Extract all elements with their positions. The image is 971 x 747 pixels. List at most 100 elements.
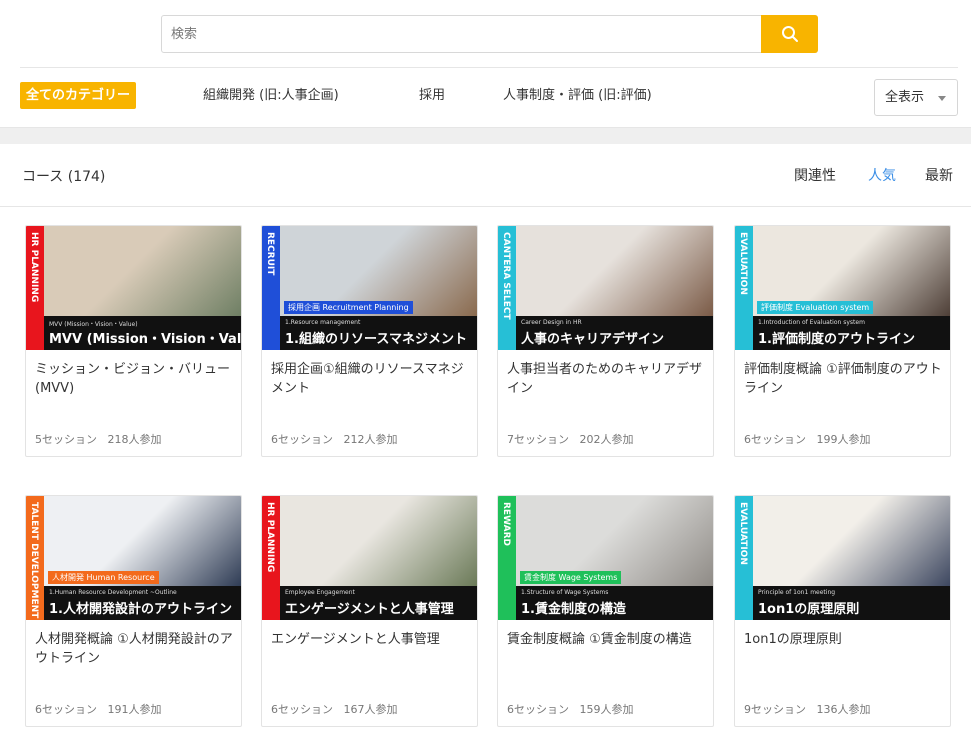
course-card[interactable]: HR PLANNING Employee Engagement エンゲージメント… — [261, 495, 478, 727]
course-meta: 6セッション 167人参加 — [271, 701, 398, 717]
course-tag: 賃金制度 Wage Systems — [520, 571, 622, 584]
session-count: 5セッション — [35, 433, 97, 446]
course-title: 採用企画①組織のリソースマネジメント — [271, 362, 464, 396]
course-thumbnail: TALENT DEVELOPMENT 人材開発 Human Resource 1… — [26, 496, 241, 620]
category-stripe-label: CANTERA SELECT — [501, 232, 511, 320]
session-count: 6セッション — [271, 703, 333, 716]
course-banner-title: 1.組織のリソースマネジメント — [285, 332, 467, 347]
course-banner-subtitle: Career Design in HR — [521, 319, 582, 326]
course-meta: 7セッション 202人参加 — [507, 431, 634, 447]
course-banner-title: エンゲージメントと人事管理 — [285, 602, 454, 617]
session-count: 7セッション — [507, 433, 569, 446]
category-stripe: REWARD — [498, 496, 516, 620]
sort-relevance[interactable]: 関連性 — [794, 165, 836, 185]
category-stripe: RECRUIT — [262, 226, 280, 350]
category-stripe: HR PLANNING — [262, 496, 280, 620]
category-tab-recruit[interactable]: 採用 — [419, 82, 445, 109]
course-banner: Career Design in HR 人事のキャリアデザイン — [516, 316, 713, 350]
view-select-value: 全表示 — [885, 90, 925, 105]
course-thumbnail: REWARD 賃金制度 Wage Systems 1.Structure of … — [498, 496, 713, 620]
course-banner: Employee Engagement エンゲージメントと人事管理 — [280, 586, 477, 620]
category-stripe-label: EVALUATION — [738, 502, 748, 565]
category-tab-all[interactable]: 全てのカテゴリー — [20, 82, 137, 109]
section-gap — [0, 128, 971, 144]
course-photo — [516, 226, 713, 316]
course-banner-subtitle: 1.Human Resource Development ~Outline — [49, 589, 177, 596]
category-stripe: TALENT DEVELOPMENT — [26, 496, 44, 620]
category-tab-org-development[interactable]: 組織開発 (旧:人事企画) — [203, 82, 339, 109]
course-card[interactable]: EVALUATION 評価制度 Evaluation system 1.Intr… — [734, 225, 951, 457]
course-banner-title: 1.評価制度のアウトライン — [758, 332, 915, 347]
course-thumbnail: HR PLANNING MVV (Mission・Vision・Value) M… — [26, 226, 241, 350]
participant-count: 167人参加 — [343, 703, 398, 716]
list-divider — [0, 206, 971, 207]
course-meta: 6セッション 212人参加 — [271, 431, 398, 447]
course-title: 人材開発概論 ①人材開発設計のアウトライン — [35, 632, 233, 666]
course-thumbnail: RECRUIT 採用企画 Recruitment Planning 1.Reso… — [262, 226, 477, 350]
course-title: 評価制度概論 ①評価制度のアウトライン — [744, 362, 942, 396]
course-title: 人事担当者のためのキャリアデザイン — [507, 362, 703, 396]
course-card[interactable]: EVALUATION Principle of 1on1 meeting 1on… — [734, 495, 951, 727]
course-photo — [44, 226, 241, 316]
session-count: 6セッション — [507, 703, 569, 716]
search-box — [161, 15, 818, 53]
participant-count: 218人参加 — [107, 433, 162, 446]
course-card[interactable]: REWARD 賃金制度 Wage Systems 1.Structure of … — [497, 495, 714, 727]
search-input[interactable] — [162, 16, 762, 52]
participant-count: 199人参加 — [816, 433, 871, 446]
course-tag: 人材開発 Human Resource — [48, 571, 159, 584]
category-stripe-label: HR PLANNING — [265, 502, 275, 573]
course-thumbnail: EVALUATION Principle of 1on1 meeting 1on… — [735, 496, 950, 620]
course-photo — [753, 496, 950, 586]
session-count: 6セッション — [271, 433, 333, 446]
course-banner: 1.Introduction of Evaluation system 1.評価… — [753, 316, 950, 350]
course-banner-title: 1.人材開発設計のアウトライン — [49, 602, 232, 617]
participant-count: 212人参加 — [343, 433, 398, 446]
course-card[interactable]: CANTERA SELECT Career Design in HR 人事のキャ… — [497, 225, 714, 457]
course-banner-subtitle: Employee Engagement — [285, 589, 355, 596]
course-banner-subtitle: MVV (Mission・Vision・Value) — [49, 321, 138, 328]
course-card[interactable]: HR PLANNING MVV (Mission・Vision・Value) M… — [25, 225, 242, 457]
course-banner: MVV (Mission・Vision・Value) MVV (Mission・… — [44, 316, 241, 350]
caret-down-icon — [938, 96, 946, 101]
category-tab-hr-system[interactable]: 人事制度・評価 (旧:評価) — [503, 82, 652, 109]
view-select[interactable]: 全表示 — [874, 79, 958, 116]
course-banner-subtitle: 1.Resource management — [285, 319, 361, 326]
participant-count: 136人参加 — [816, 703, 871, 716]
category-stripe: EVALUATION — [735, 226, 753, 350]
course-meta: 5セッション 218人参加 — [35, 431, 162, 447]
course-card[interactable]: TALENT DEVELOPMENT 人材開発 Human Resource 1… — [25, 495, 242, 727]
filter-divider — [20, 67, 958, 68]
course-list-panel: コース (174) 関連性 人気 最新 HR PLANNING MVV (Mis… — [0, 144, 971, 747]
course-title: 賃金制度概論 ①賃金制度の構造 — [507, 632, 692, 647]
sort-popular[interactable]: 人気 — [868, 165, 896, 185]
course-tag: 採用企画 Recruitment Planning — [284, 301, 413, 314]
course-title: 1on1の原理原則 — [744, 632, 842, 647]
course-title: エンゲージメントと人事管理 — [271, 632, 440, 647]
course-count: コース (174) — [22, 169, 106, 185]
course-banner-title: MVV (Mission・Vision・Value) — [49, 332, 241, 347]
category-stripe-label: TALENT DEVELOPMENT — [29, 502, 39, 619]
session-count: 6セッション — [744, 433, 806, 446]
course-banner-title: 1on1の原理原則 — [758, 602, 860, 617]
session-count: 6セッション — [35, 703, 97, 716]
course-banner-subtitle: 1.Introduction of Evaluation system — [758, 319, 865, 326]
participant-count: 159人参加 — [579, 703, 634, 716]
course-meta: 6セッション 191人参加 — [35, 701, 162, 717]
course-meta: 9セッション 136人参加 — [744, 701, 871, 717]
sort-newest[interactable]: 最新 — [925, 165, 953, 185]
participant-count: 202人参加 — [579, 433, 634, 446]
course-banner: 1.Structure of Wage Systems 1.賃金制度の構造 — [516, 586, 713, 620]
course-banner-subtitle: 1.Structure of Wage Systems — [521, 589, 609, 596]
category-stripe: HR PLANNING — [26, 226, 44, 350]
course-card[interactable]: RECRUIT 採用企画 Recruitment Planning 1.Reso… — [261, 225, 478, 457]
course-title: ミッション・ビジョン・バリュー (MVV) — [35, 362, 231, 396]
search-button[interactable] — [761, 15, 818, 53]
top-filter-bar: 全てのカテゴリー 組織開発 (旧:人事企画) 採用 人事制度・評価 (旧:評価)… — [0, 0, 971, 128]
course-meta: 6セッション 159人参加 — [507, 701, 634, 717]
category-stripe-label: RECRUIT — [265, 232, 275, 276]
course-photo — [280, 496, 477, 586]
category-stripe: CANTERA SELECT — [498, 226, 516, 350]
course-thumbnail: HR PLANNING Employee Engagement エンゲージメント… — [262, 496, 477, 620]
course-banner: Principle of 1on1 meeting 1on1の原理原則 — [753, 586, 950, 620]
